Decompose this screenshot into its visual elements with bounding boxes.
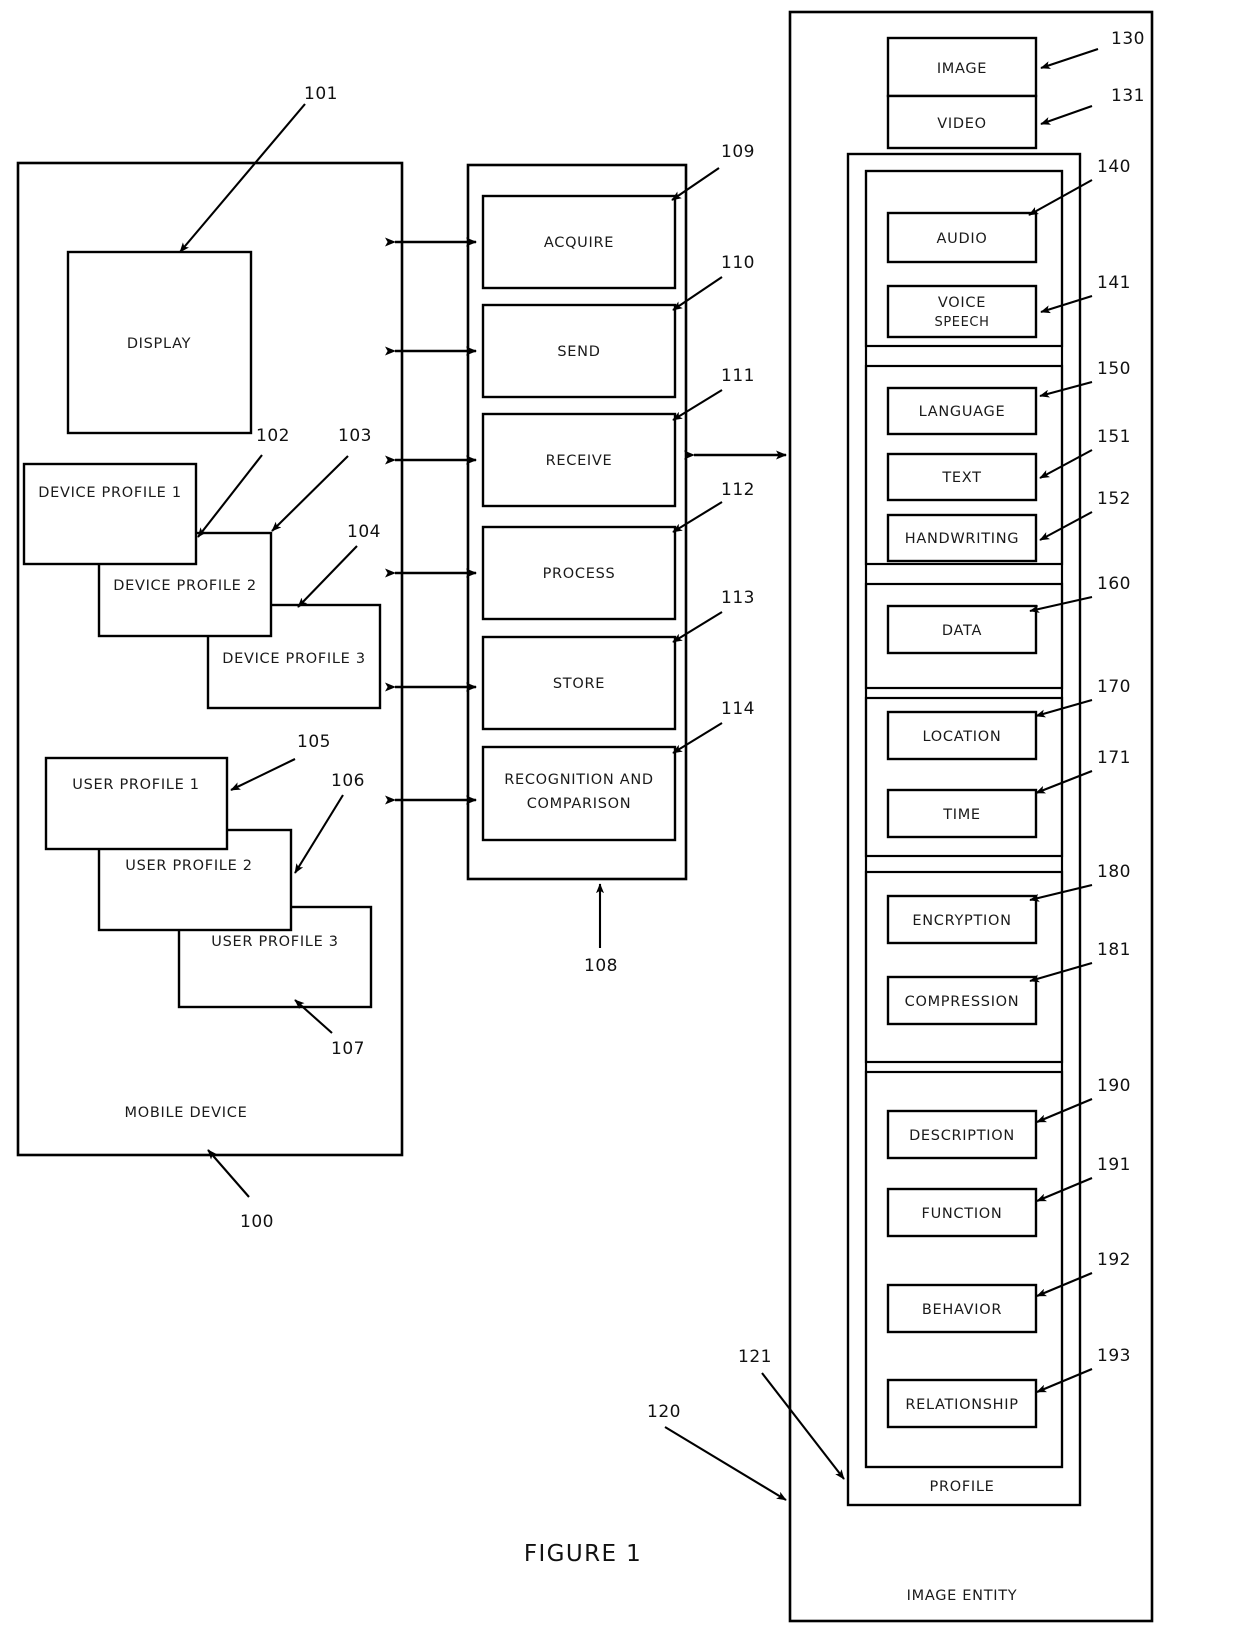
ref-114: 114 — [721, 699, 755, 719]
ref-190: 190 — [1097, 1076, 1131, 1096]
relationship-label: RELATIONSHIP — [905, 1397, 1018, 1413]
ref-105: 105 — [297, 732, 331, 752]
user-profile-1-label: USER PROFILE 1 — [72, 777, 199, 793]
behavior-label: BEHAVIOR — [922, 1302, 1002, 1318]
receive-label: RECEIVE — [546, 453, 613, 469]
encryption-label: ENCRYPTION — [912, 913, 1011, 929]
ref-152: 152 — [1097, 489, 1131, 509]
description-label: DESCRIPTION — [909, 1128, 1015, 1144]
image-label: IMAGE — [937, 61, 987, 77]
function-label: FUNCTION — [922, 1206, 1003, 1222]
ref-100: 100 — [240, 1212, 274, 1232]
time-label: TIME — [942, 807, 981, 823]
ref-110: 110 — [721, 253, 755, 273]
ref-151: 151 — [1097, 427, 1131, 447]
recognition-comparison-box[interactable] — [481, 745, 677, 842]
user-profile-2-label: USER PROFILE 2 — [125, 858, 252, 874]
voice-label: VOICE — [938, 295, 986, 311]
ref-102: 102 — [256, 426, 290, 446]
ref-160: 160 — [1097, 574, 1131, 594]
image-entity-label: IMAGE ENTITY — [907, 1588, 1018, 1604]
audio-label: AUDIO — [937, 231, 988, 247]
ref-181: 181 — [1097, 940, 1131, 960]
compression-label: COMPRESSION — [905, 994, 1020, 1010]
language-label: LANGUAGE — [919, 404, 1006, 420]
figure-caption: FIGURE 1 — [524, 1541, 642, 1567]
ref-112: 112 — [721, 480, 755, 500]
device-profile-2-label: DEVICE PROFILE 2 — [113, 578, 257, 594]
user-profile-3-label: USER PROFILE 3 — [211, 934, 338, 950]
figure-canvas: DISPLAY DEVICE PROFILE 1 DEVICE PROFILE … — [16, 10, 1154, 1623]
ref-113: 113 — [721, 588, 755, 608]
ref-121: 121 — [738, 1347, 772, 1367]
store-label: STORE — [553, 676, 605, 692]
ref-103: 103 — [338, 426, 372, 446]
leader-100 — [207, 1149, 250, 1198]
ref-191: 191 — [1097, 1155, 1131, 1175]
patent-figure-page: DISPLAY DEVICE PROFILE 1 DEVICE PROFILE … — [0, 0, 1240, 1633]
ref-192: 192 — [1097, 1250, 1131, 1270]
ref-101: 101 — [304, 84, 338, 104]
recognition-comparison-label-line2: COMPARISON — [527, 796, 632, 812]
ref-140: 140 — [1097, 157, 1131, 177]
video-label: VIDEO — [937, 116, 986, 132]
ref-171: 171 — [1097, 748, 1131, 768]
ref-107: 107 — [331, 1039, 365, 1059]
profile-label: PROFILE — [930, 1479, 995, 1495]
ref-131: 131 — [1111, 86, 1145, 106]
text-label: TEXT — [941, 470, 981, 486]
ref-108: 108 — [584, 956, 618, 976]
send-label: SEND — [557, 344, 600, 360]
process-label: PROCESS — [543, 566, 616, 582]
ref-170: 170 — [1097, 677, 1131, 697]
ref-109: 109 — [721, 142, 755, 162]
ref-141: 141 — [1097, 273, 1131, 293]
recognition-comparison-label-line1: RECOGNITION AND — [504, 772, 654, 788]
mobile-device-label: MOBILE DEVICE — [125, 1105, 248, 1121]
device-profile-1-box[interactable] — [22, 462, 198, 566]
location-label: LOCATION — [923, 729, 1002, 745]
ref-120: 120 — [647, 1402, 681, 1422]
leader-120 — [664, 1426, 787, 1501]
ref-180: 180 — [1097, 862, 1131, 882]
ref-130: 130 — [1111, 29, 1145, 49]
ref-193: 193 — [1097, 1346, 1131, 1366]
ref-150: 150 — [1097, 359, 1131, 379]
user-profile-1-box[interactable] — [44, 756, 229, 851]
device-profile-3-label: DEVICE PROFILE 3 — [222, 651, 366, 667]
data-label: DATA — [942, 623, 982, 639]
speech-label: SPEECH — [935, 315, 990, 330]
acquire-label: ACQUIRE — [544, 235, 614, 251]
mobile-operations-connectors — [385, 237, 477, 805]
ref-111: 111 — [721, 366, 755, 386]
device-profile-1-label: DEVICE PROFILE 1 — [38, 485, 182, 501]
ref-104: 104 — [347, 522, 381, 542]
handwriting-label: HANDWRITING — [905, 531, 1019, 547]
display-label: DISPLAY — [127, 336, 191, 352]
ref-106: 106 — [331, 771, 365, 791]
